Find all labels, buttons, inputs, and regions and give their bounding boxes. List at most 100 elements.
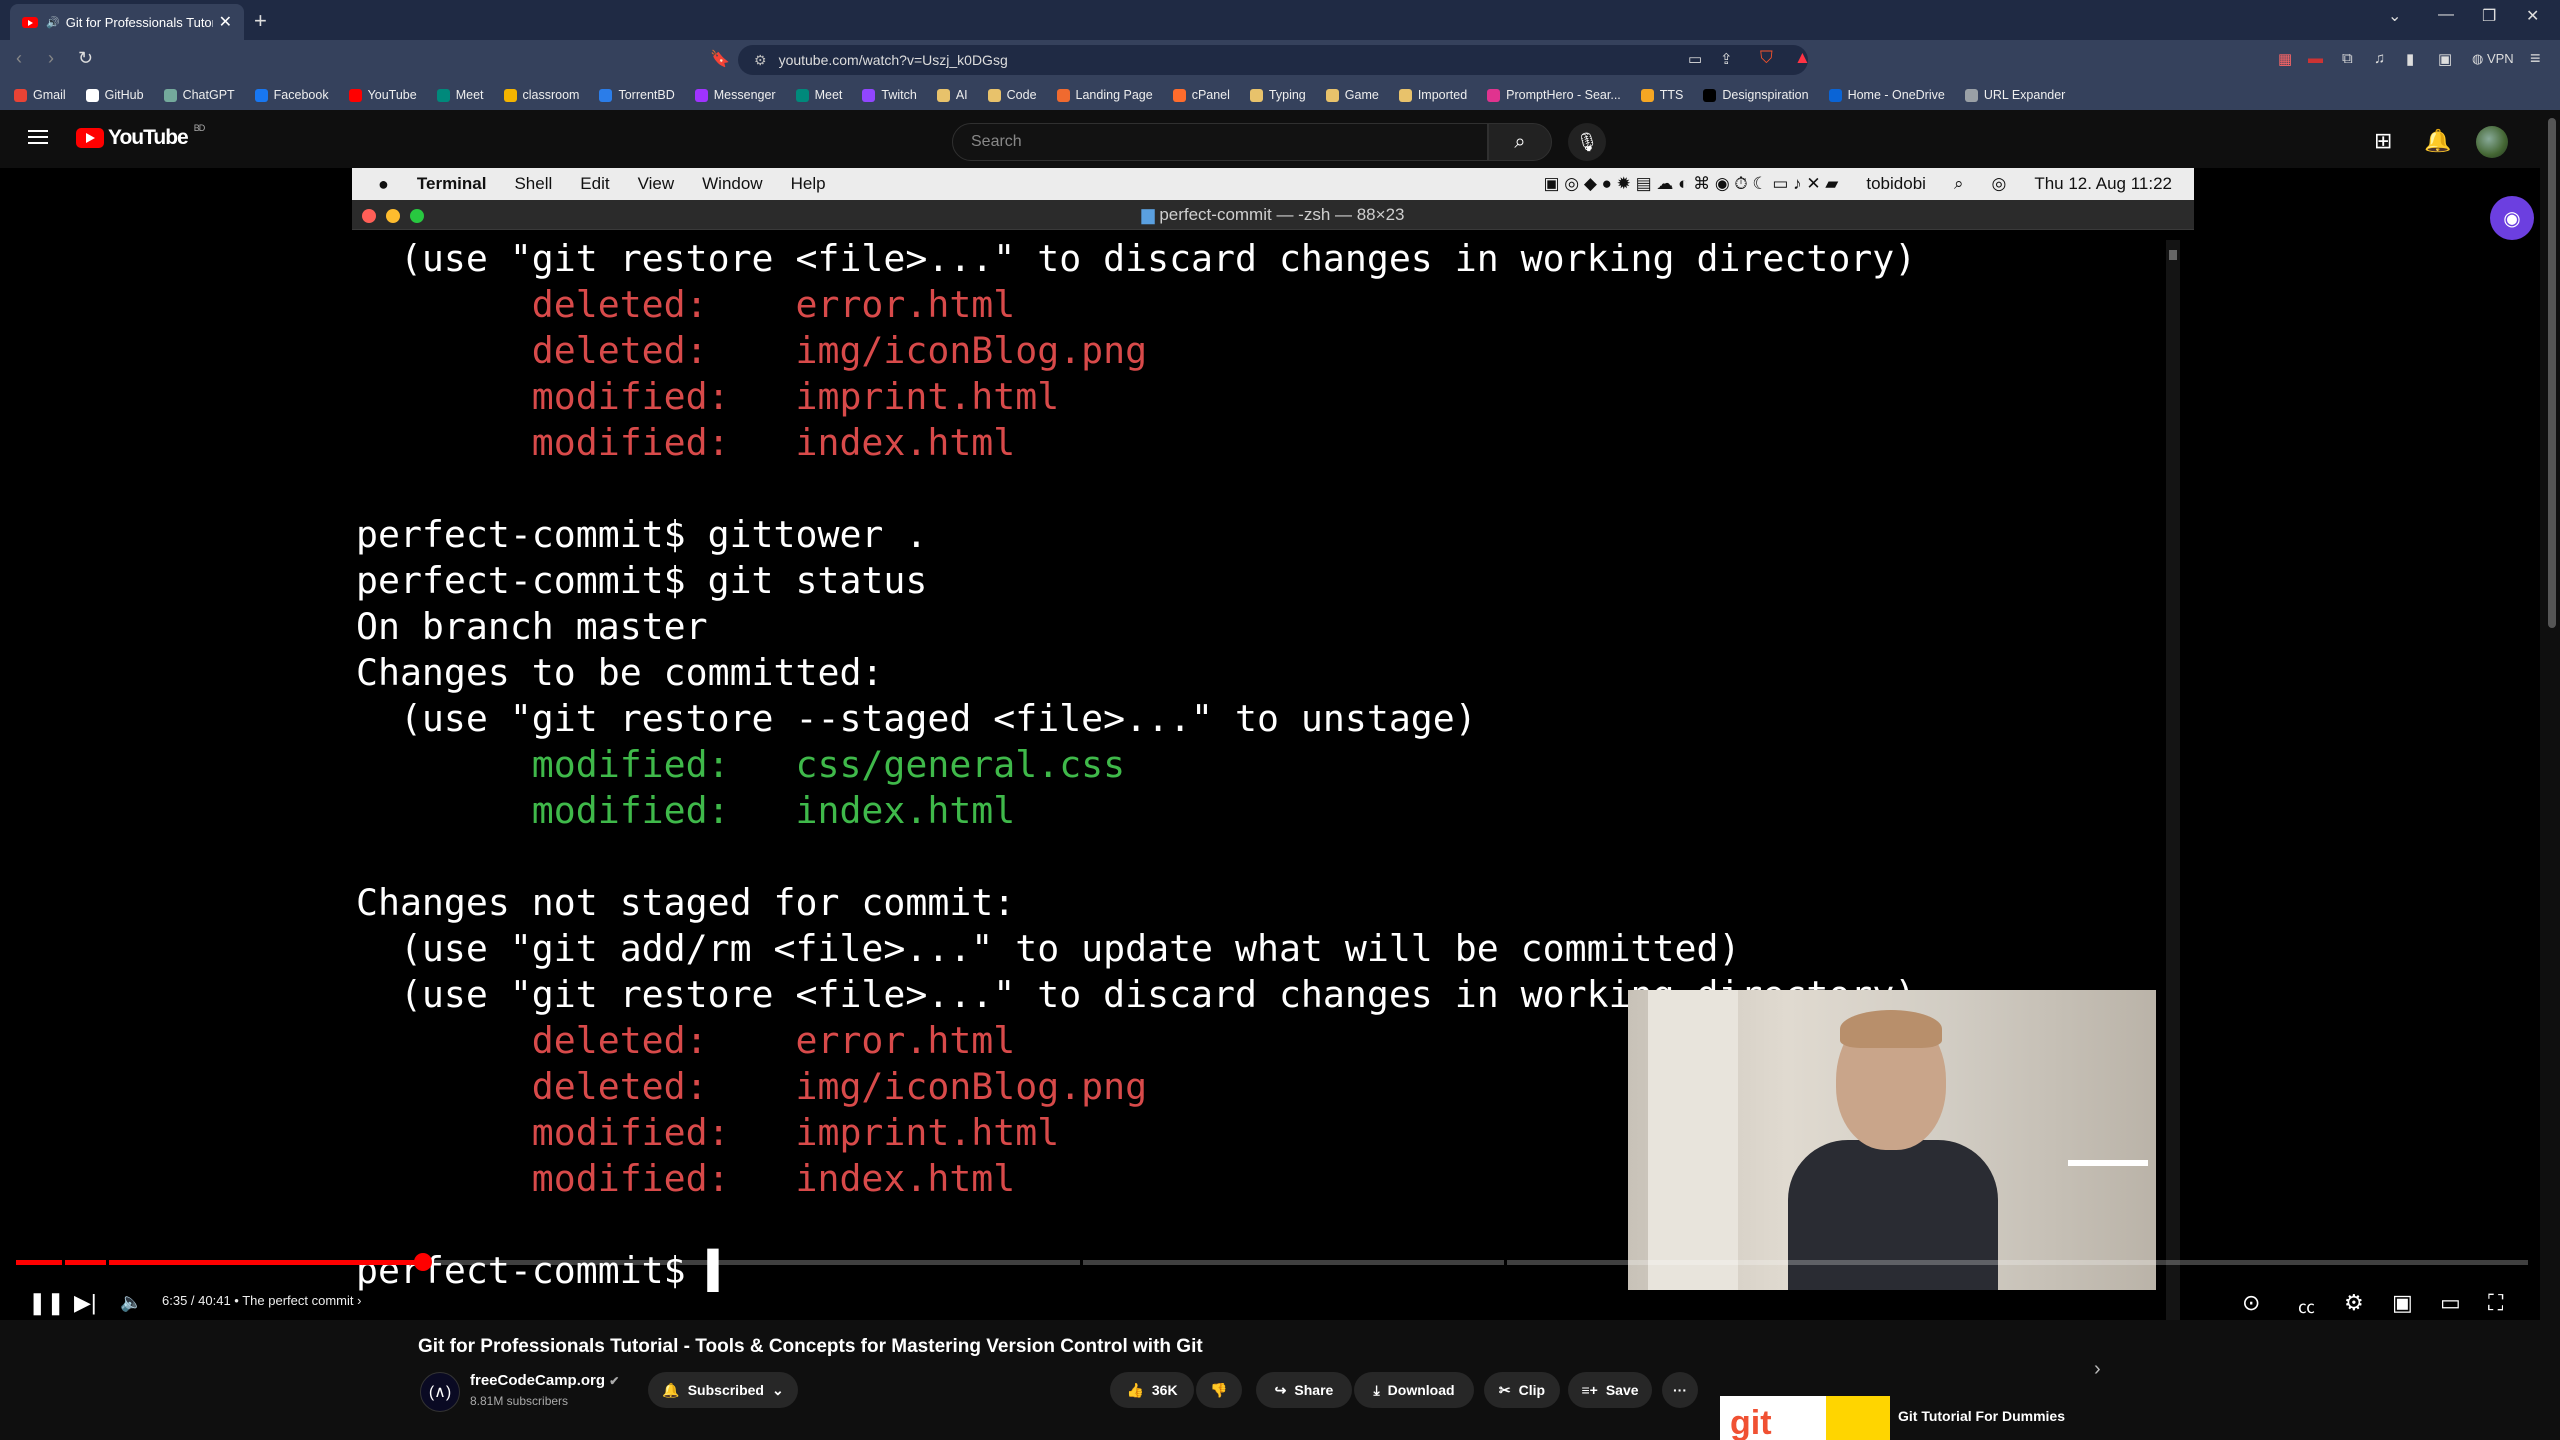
minimize-icon[interactable]: — (2438, 6, 2454, 24)
bookmark-label: classroom (522, 88, 580, 102)
bookmark-item[interactable]: Gmail (14, 88, 66, 102)
bookmark-favicon-icon (503, 88, 517, 102)
bookmark-label: Designspiration (1722, 88, 1809, 102)
bookmark-item[interactable]: Landing Page (1056, 88, 1153, 102)
forward-icon[interactable]: › (48, 48, 54, 69)
reload-icon[interactable]: ↻ (78, 48, 93, 69)
sidebar-icon[interactable]: ▮ (2406, 50, 2414, 68)
bookmark-item[interactable]: URL Expander (1964, 88, 2065, 102)
clip-button[interactable]: ✂ Clip (1484, 1372, 1560, 1408)
download-button[interactable]: ⤓ Download (1354, 1372, 1474, 1408)
subscribed-button[interactable]: 🔔 Subscribed ⌄ (648, 1372, 798, 1408)
bookmark-favicon-icon (1249, 88, 1263, 102)
wallet-icon[interactable]: ▣ (2438, 50, 2452, 68)
bookmark-item[interactable]: Typing (1249, 88, 1306, 102)
captions-icon[interactable]: ㏄ (2298, 1293, 2315, 1318)
assistant-extension-icon[interactable]: ◉ (2490, 196, 2534, 240)
extensions-icon[interactable]: ⧉ (2342, 50, 2353, 67)
mac-close-icon (362, 209, 376, 223)
scrubber-handle[interactable] (414, 1253, 432, 1271)
share-button[interactable]: ↪ Share (1256, 1372, 1352, 1408)
miniplayer-icon[interactable]: ▣ (2392, 1290, 2413, 1316)
notifications-bell-icon[interactable]: 🔔 (2424, 128, 2451, 154)
account-avatar[interactable] (2476, 126, 2508, 158)
video-player[interactable]: ● Terminal Shell Edit View Window Help ▣… (0, 168, 2540, 1320)
bookmark-item[interactable]: Meet (795, 88, 842, 102)
bookmark-item[interactable]: TTS (1640, 88, 1683, 102)
bookmark-item[interactable]: YouTube (348, 88, 417, 102)
restore-icon[interactable]: ❐ (2482, 6, 2496, 26)
create-icon[interactable]: ⊞ (2374, 128, 2392, 154)
menu-icon[interactable]: ≡ (2530, 48, 2541, 69)
bookmark-item[interactable]: cPanel (1172, 88, 1230, 102)
bookmark-label: Gmail (33, 88, 66, 102)
volume-icon[interactable]: 🔈 (120, 1292, 142, 1313)
address-bar[interactable]: ⚙ youtube.com/watch?v=Uszj_k0DGsg (738, 45, 1808, 75)
bookmark-item[interactable]: Twitch (862, 88, 917, 102)
scrollbar-thumb[interactable] (2548, 118, 2556, 628)
webcam-door (1648, 990, 1738, 1290)
bookmark-item[interactable]: Messenger (694, 88, 776, 102)
bookmark-item[interactable]: Facebook (254, 88, 329, 102)
vpn-button[interactable]: ◍ VPN (2472, 51, 2514, 67)
next-button[interactable]: ▶| (74, 1290, 97, 1316)
voice-search-button[interactable]: 🎙 (1568, 123, 1606, 161)
site-info-icon[interactable]: ⚙ (754, 52, 767, 69)
mac-menu-shell: Shell (514, 174, 553, 193)
bookmark-item[interactable]: GitHub (85, 88, 144, 102)
share-icon[interactable]: ⇪ (1720, 50, 1733, 68)
bookmark-item[interactable]: PromptHero - Sear... (1487, 88, 1621, 102)
save-button[interactable]: ≡+ Save (1568, 1372, 1652, 1408)
new-tab-button[interactable]: + (254, 8, 267, 34)
bookmark-item[interactable]: TorrentBD (599, 88, 675, 102)
brave-rewards-icon[interactable]: ▲ (1794, 48, 1811, 68)
youtube-logo[interactable]: YouTube BD (76, 123, 205, 150)
audio-playing-icon[interactable]: 🔊 (46, 16, 60, 29)
channel-name[interactable]: freeCodeCamp.org ✔ (470, 1372, 619, 1389)
playlist-add-icon: ≡+ (1581, 1382, 1598, 1398)
more-actions-button[interactable]: ··· (1662, 1372, 1698, 1408)
autoplay-toggle[interactable]: ⊙ (2242, 1290, 2260, 1316)
theater-mode-icon[interactable]: ▭ (2440, 1290, 2461, 1316)
bell-icon: 🔔 (662, 1381, 680, 1398)
close-window-icon[interactable]: ✕ (2526, 6, 2539, 26)
presenter-hair (1840, 1010, 1942, 1048)
channel-avatar[interactable]: (∧) (420, 1372, 460, 1412)
bookmark-item[interactable]: classroom (503, 88, 580, 102)
settings-gear-icon[interactable]: ⚙ (2344, 1290, 2364, 1316)
bookmark-item[interactable]: ChatGPT (163, 88, 235, 102)
back-icon[interactable]: ‹ (16, 48, 22, 69)
brave-shield-icon[interactable]: ⛉ (1760, 48, 1773, 68)
chapter-marker (1080, 1260, 1083, 1265)
chapter-title[interactable]: The perfect commit (242, 1293, 353, 1308)
save-label: Save (1605, 1382, 1639, 1398)
fullscreen-icon[interactable]: ⛶ (2488, 1290, 2503, 1316)
media-icon[interactable]: ♫ (2374, 50, 2385, 67)
search-input[interactable]: Search (952, 123, 1488, 161)
browser-tab[interactable]: 🔊 Git for Professionals Tutorial ✕ (10, 4, 244, 40)
chevron-right-icon[interactable]: › (2094, 1358, 2101, 1381)
bookmark-label: Facebook (273, 88, 329, 102)
like-button[interactable]: 👍 36K (1110, 1372, 1194, 1408)
bookmark-item[interactable]: AI (936, 88, 968, 102)
bookmark-item[interactable]: Imported (1398, 88, 1467, 102)
bookmark-item[interactable]: Game (1325, 88, 1379, 102)
pause-button[interactable]: ❚❚ (28, 1290, 65, 1316)
folder-icon: ▆ (1141, 205, 1160, 224)
bookmark-item[interactable]: Home - OneDrive (1828, 88, 1945, 102)
chevron-down-icon: ⌄ (771, 1381, 784, 1398)
extension-icon[interactable]: ▦ (2278, 50, 2292, 68)
cast-icon[interactable]: ▭ (1688, 50, 1702, 68)
recommended-video[interactable]: git Git Tutorial For Dummies (1720, 1396, 2120, 1440)
bookmark-icon[interactable]: 🔖 (710, 49, 730, 69)
bookmark-item[interactable]: Code (987, 88, 1037, 102)
extension-icon[interactable]: ▬ (2308, 50, 2323, 67)
bookmark-item[interactable]: Designspiration (1703, 88, 1809, 102)
page-scrollbar[interactable] (2544, 112, 2560, 1440)
search-button[interactable]: ⌕ (1488, 123, 1552, 161)
close-tab-icon[interactable]: ✕ (219, 12, 232, 32)
bookmark-item[interactable]: Meet (436, 88, 484, 102)
hamburger-menu-icon[interactable] (28, 130, 48, 144)
tab-search-icon[interactable]: ⌄ (2388, 6, 2401, 26)
dislike-button[interactable]: 👎 (1196, 1372, 1242, 1408)
